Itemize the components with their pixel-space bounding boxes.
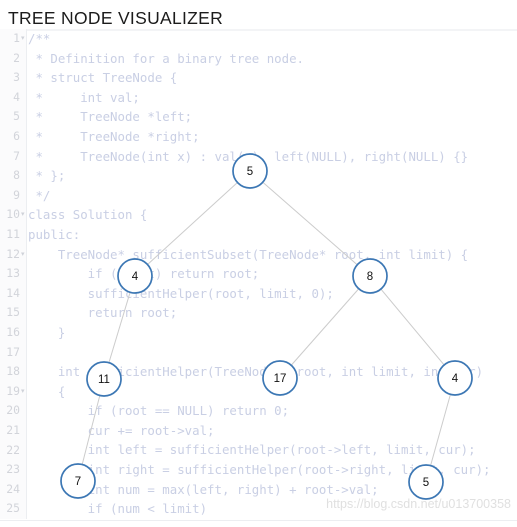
line-number: 16	[6, 325, 20, 339]
page-title: TREE NODE VISUALIZER	[8, 8, 224, 28]
code-line-text: {	[28, 383, 66, 399]
line-number: 4	[13, 89, 20, 104]
line-number: 20	[6, 403, 20, 418]
line-number: 14	[6, 285, 20, 300]
code-line[interactable]: * int val;	[28, 88, 517, 108]
code-line-text: * Definition for a binary tree node.	[28, 50, 305, 66]
line-number: 24	[6, 481, 20, 496]
code-line-text: class Solution {	[28, 207, 148, 223]
code-line-text: return root;	[28, 305, 178, 321]
code-line[interactable]: }	[28, 323, 517, 343]
line-number: 25	[6, 501, 20, 516]
line-number: 19	[6, 383, 20, 398]
code-line[interactable]: */	[28, 186, 517, 206]
code-line[interactable]: * TreeNode *right;	[28, 127, 517, 147]
code-line-text: * struct TreeNode {	[28, 70, 178, 86]
line-number: 22	[6, 442, 20, 457]
code-line[interactable]: int sufficientHelper(TreeNode* &root, in…	[28, 362, 517, 382]
code-line[interactable]	[28, 343, 517, 363]
code-line[interactable]: int right = sufficientHelper(root->right…	[28, 460, 517, 480]
code-line-text: int sufficientHelper(TreeNode* &root, in…	[28, 364, 484, 380]
code-line-text: public:	[28, 226, 81, 242]
code-line[interactable]: * };	[28, 166, 517, 186]
line-number: 18	[6, 364, 20, 379]
line-number: 21	[6, 423, 20, 437]
code-line-text: int left = sufficientHelper(root->left, …	[28, 442, 476, 458]
code-line[interactable]: class Solution {	[28, 205, 517, 225]
line-number: 5	[13, 109, 20, 124]
line-number: 7	[13, 148, 20, 163]
code-line-text: */	[28, 187, 51, 203]
code-line[interactable]: public:	[28, 225, 517, 245]
code-fold-toggle-icon[interactable]: ▾	[21, 205, 25, 225]
line-number: 23	[6, 462, 20, 477]
editor-bottom-edge	[0, 520, 517, 521]
code-fold-toggle-icon[interactable]: ▾	[21, 29, 25, 49]
code-line[interactable]: * TreeNode *left;	[28, 107, 517, 127]
code-line[interactable]: {	[28, 382, 517, 402]
code-line[interactable]: if (root == NULL) return 0;	[28, 401, 517, 421]
code-line-text: * TreeNode *left;	[28, 109, 193, 125]
code-line[interactable]: TreeNode* sufficientSubset(TreeNode* roo…	[28, 245, 517, 265]
code-line-text: int right = sufficientHelper(root->right…	[28, 462, 491, 478]
code-line[interactable]: int left = sufficientHelper(root->left, …	[28, 440, 517, 460]
line-number: 9	[13, 187, 20, 202]
line-number: 6	[13, 129, 20, 143]
code-line-text: int num = max(left, right) + root->val;	[28, 481, 379, 497]
code-line-text: * int val;	[28, 89, 140, 105]
code-line[interactable]: * Definition for a binary tree node.	[28, 49, 517, 69]
watermark-url: https://blog.csdn.net/u013700358	[326, 497, 511, 511]
code-line[interactable]: sufficientHelper(root, limit, 0);	[28, 284, 517, 304]
code-line-text: cur += root->val;	[28, 422, 215, 438]
line-number: 13	[6, 266, 20, 281]
code-line-text: TreeNode* sufficientSubset(TreeNode* roo…	[28, 246, 469, 262]
code-line[interactable]: * TreeNode(int x) : val(x), left(NULL), …	[28, 147, 517, 167]
line-number: 17	[6, 344, 20, 359]
code-line-text: * TreeNode(int x) : val(x), left(NULL), …	[28, 148, 469, 164]
line-number: 15	[6, 305, 20, 320]
line-number: 11	[6, 227, 20, 241]
code-line[interactable]: if (!root) return root;	[28, 264, 517, 284]
code-line[interactable]: * struct TreeNode {	[28, 68, 517, 88]
line-number: 2	[13, 50, 20, 65]
code-line-text: if (!root) return root;	[28, 266, 260, 282]
line-number: 1	[13, 31, 20, 45]
code-line[interactable]: cur += root->val;	[28, 421, 517, 441]
code-line[interactable]: return root;	[28, 303, 517, 323]
code-line-text: /**	[28, 31, 51, 46]
code-editor-pane[interactable]: 1 ▾ 2 3 4 5 6 7 8 9 10 ▾ 11 12 ▾ 13 14 15 16 17 18 19 ▾ 20 21 22 2…	[0, 29, 517, 519]
code-line-text: if (num < limit)	[28, 501, 208, 517]
line-number: 10	[6, 207, 20, 222]
line-number: 3	[13, 70, 20, 85]
line-number: 12	[6, 246, 20, 261]
code-line-text: * TreeNode *right;	[28, 128, 200, 144]
line-number-gutter[interactable]: 1 ▾ 2 3 4 5 6 7 8 9 10 ▾ 11 12 ▾ 13 14 15 16 17 18 19 ▾ 20 21 22 2…	[0, 29, 27, 519]
code-line-text: if (root == NULL) return 0;	[28, 403, 290, 419]
tree-node-visualizer-app: 1 ▾ 2 3 4 5 6 7 8 9 10 ▾ 11 12 ▾ 13 14 15 16 17 18 19 ▾ 20 21 22 2…	[0, 0, 517, 527]
code-line[interactable]: /**	[28, 29, 517, 49]
code-content-area[interactable]: /** * Definition for a binary tree node.…	[28, 29, 517, 519]
code-fold-toggle-icon[interactable]: ▾	[21, 245, 25, 265]
code-line-text: sufficientHelper(root, limit, 0);	[28, 285, 334, 301]
code-line-text: * };	[28, 168, 66, 184]
code-line-text: }	[28, 324, 66, 340]
code-fold-toggle-icon[interactable]: ▾	[21, 382, 25, 402]
line-number: 8	[13, 168, 20, 183]
